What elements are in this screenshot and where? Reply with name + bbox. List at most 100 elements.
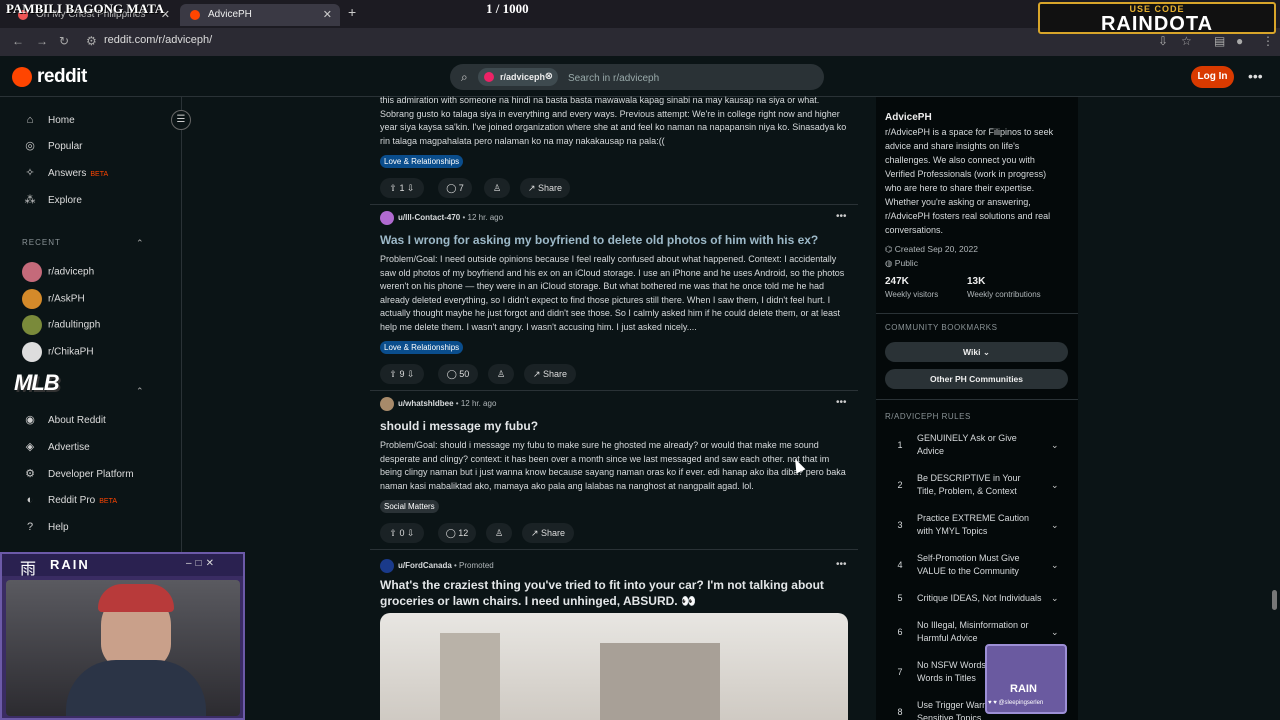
post-action-bar: ⇧ 0 ⇩ ◯ 12 ♙ ↗ Share <box>380 523 590 543</box>
wiki-button[interactable]: Wiki ⌄ <box>885 342 1068 362</box>
sidebar-item-recent[interactable]: r/adviceph <box>22 262 94 282</box>
post-title[interactable]: Was I wrong for asking my boyfriend to d… <box>380 232 850 248</box>
award-button[interactable]: ♙ <box>484 178 510 198</box>
building-column <box>440 633 500 720</box>
chevron-up-icon[interactable]: ⌃ <box>136 386 144 397</box>
back-icon[interactable]: ← <box>12 34 24 48</box>
post-flair[interactable]: Social Matters <box>380 500 439 513</box>
vote-control[interactable]: ⇧ 0 ⇩ <box>380 523 424 543</box>
visitors-count: 247K <box>885 276 909 287</box>
post-body[interactable]: this admiration with someone na hindi na… <box>380 94 848 148</box>
rule-text: No Illegal, Misinformation or Harmful Ad… <box>917 620 1029 643</box>
url-field[interactable]: reddit.com/r/adviceph/ <box>104 34 212 46</box>
rule-text: Practice EXTREME Caution with YMYL Topic… <box>917 513 1030 536</box>
profile-icon[interactable]: ● <box>1236 34 1243 48</box>
rule-item[interactable]: 6 No Illegal, Misinformation or Harmful A… <box>885 619 1065 647</box>
user-avatar[interactable] <box>380 211 394 225</box>
post-options-icon[interactable]: ••• <box>836 397 847 408</box>
downvote-icon[interactable]: ⇩ <box>407 528 415 538</box>
award-icon: ♙ <box>492 183 502 193</box>
post-flair[interactable]: Love & Relationships <box>380 155 464 168</box>
chevron-down-icon: ⌄ <box>982 347 990 357</box>
sidebar-item-recent[interactable]: r/AskPH <box>22 289 85 309</box>
upvote-icon[interactable]: ⇧ <box>389 369 397 379</box>
login-button[interactable]: Log In <box>1191 66 1234 88</box>
sidebar-item-about[interactable]: ◉ About Reddit <box>22 412 106 428</box>
streamer-shirt <box>66 660 206 716</box>
post-title[interactable]: What's the craziest thing you've tried t… <box>380 577 850 609</box>
recent-section-label[interactable]: RECENT <box>22 238 61 247</box>
upvote-icon[interactable]: ⇧ <box>389 528 397 538</box>
post-action-bar: ⇧ 1 ⇩ ◯ 7 ♙ ↗ Share <box>380 178 580 198</box>
collapse-nav-icon[interactable]: ☰ <box>171 110 191 130</box>
comments-button[interactable]: ◯ 50 <box>438 364 478 384</box>
browser-menu-icon[interactable]: ⋮ <box>1262 34 1274 48</box>
ford-avatar[interactable] <box>380 559 394 573</box>
comments-button[interactable]: ◯ 7 <box>438 178 472 198</box>
downvote-icon[interactable]: ⇩ <box>407 369 415 379</box>
sidebar-item-explore[interactable]: ⁂ Explore <box>22 192 82 208</box>
promoted-image[interactable] <box>380 613 848 720</box>
rule-item[interactable]: 1 GENUINELY Ask or Give Advice ⌄ <box>885 432 1065 460</box>
install-icon[interactable]: ⇩ <box>1158 34 1168 48</box>
post-title[interactable]: should i message my fubu? <box>380 418 850 434</box>
browser-tab-2[interactable]: AdvicePH ✕ <box>180 4 340 26</box>
share-button[interactable]: ↗ Share <box>520 178 570 198</box>
rule-item[interactable]: 5 Critique IDEAS, Not Individuals ⌄ <box>885 592 1065 606</box>
page-scrollbar[interactable] <box>1272 590 1277 610</box>
rule-item[interactable]: 2 Be DESCRIPTIVE in Your Title, Problem, … <box>885 472 1065 500</box>
close-icon[interactable]: ✕ <box>323 4 332 26</box>
post-author[interactable]: u/Ill-Contact-470 <box>398 213 460 222</box>
post-author[interactable]: u/FordCanada <box>398 561 452 570</box>
clear-chip-icon[interactable]: ⊗ <box>545 68 553 86</box>
reddit-logo-text[interactable]: reddit <box>37 66 87 88</box>
downvote-icon[interactable]: ⇩ <box>407 183 415 193</box>
user-avatar[interactable] <box>380 397 394 411</box>
sidebar-item-recent[interactable]: r/ChikaPH <box>22 342 94 362</box>
home-icon: ⌂ <box>26 114 34 126</box>
search-input[interactable] <box>566 69 810 87</box>
subreddit-filter-chip[interactable]: r/adviceph ⊗ <box>478 68 558 86</box>
upvote-icon[interactable]: ⇧ <box>389 183 397 193</box>
other-communities-button[interactable]: Other PH Communities <box>885 369 1068 389</box>
sidebar-item-home[interactable]: ⌂ Home <box>22 112 75 128</box>
extensions-icon[interactable]: ▤ <box>1214 34 1225 48</box>
rule-number: 7 <box>897 667 903 677</box>
sidebar-item-label: Help <box>48 522 69 533</box>
sidebar-item-popular[interactable]: ◎ Popular <box>22 138 82 154</box>
site-info-icon[interactable]: ⚙ <box>86 34 97 48</box>
forward-icon[interactable]: → <box>36 34 48 48</box>
award-button[interactable]: ♙ <box>486 523 512 543</box>
rule-item[interactable]: 3 Practice EXTREME Caution with YMYL Topi… <box>885 512 1065 540</box>
share-button[interactable]: ↗ Share <box>522 523 574 543</box>
vote-control[interactable]: ⇧ 1 ⇩ <box>380 178 424 198</box>
vote-control[interactable]: ⇧ 9 ⇩ <box>380 364 424 384</box>
post-body[interactable]: Problem/Goal: I need outside opinions be… <box>380 253 848 335</box>
sidebar-item-help[interactable]: ? Help <box>22 519 69 535</box>
post-body[interactable]: Problem/Goal: should i message my fubu t… <box>380 439 848 495</box>
post-options-icon[interactable]: ••• <box>836 211 847 222</box>
sidebar-item-label: Home <box>48 115 75 126</box>
sidebar-item-developer[interactable]: ⚙ Developer Platform <box>22 466 134 482</box>
rule-number: 3 <box>897 520 903 530</box>
comments-button[interactable]: ◯ 12 <box>438 523 476 543</box>
sidebar-item-advertise[interactable]: ◈ Advertise <box>22 439 90 455</box>
new-tab-icon[interactable]: + <box>348 4 356 20</box>
share-button[interactable]: ↗ Share <box>524 364 576 384</box>
sidebar-item-answers[interactable]: ✧ Answers BETA <box>22 165 108 181</box>
more-options-icon[interactable]: ••• <box>1248 68 1263 84</box>
sidebar-item-recent[interactable]: r/adultingph <box>22 315 100 335</box>
post-options-icon[interactable]: ••• <box>836 559 847 570</box>
reload-icon[interactable]: ↻ <box>59 34 69 48</box>
post-author[interactable]: u/whatshldbee <box>398 399 454 408</box>
rule-item[interactable]: 4 Self-Promotion Must Give VALUE to the C… <box>885 552 1065 580</box>
chevron-up-icon[interactable]: ⌃ <box>136 238 144 249</box>
bookmark-star-icon[interactable]: ☆ <box>1181 34 1192 48</box>
post-flair[interactable]: Love & Relationships <box>380 341 464 354</box>
award-button[interactable]: ♙ <box>488 364 514 384</box>
red-cap <box>98 584 174 612</box>
reddit-logo-icon[interactable] <box>12 67 32 87</box>
chevron-down-icon: ⌄ <box>1051 440 1059 450</box>
subreddit-avatar-icon <box>484 72 494 82</box>
sidebar-item-reddit-pro[interactable]: ◐ Reddit Pro BETA <box>22 492 117 508</box>
